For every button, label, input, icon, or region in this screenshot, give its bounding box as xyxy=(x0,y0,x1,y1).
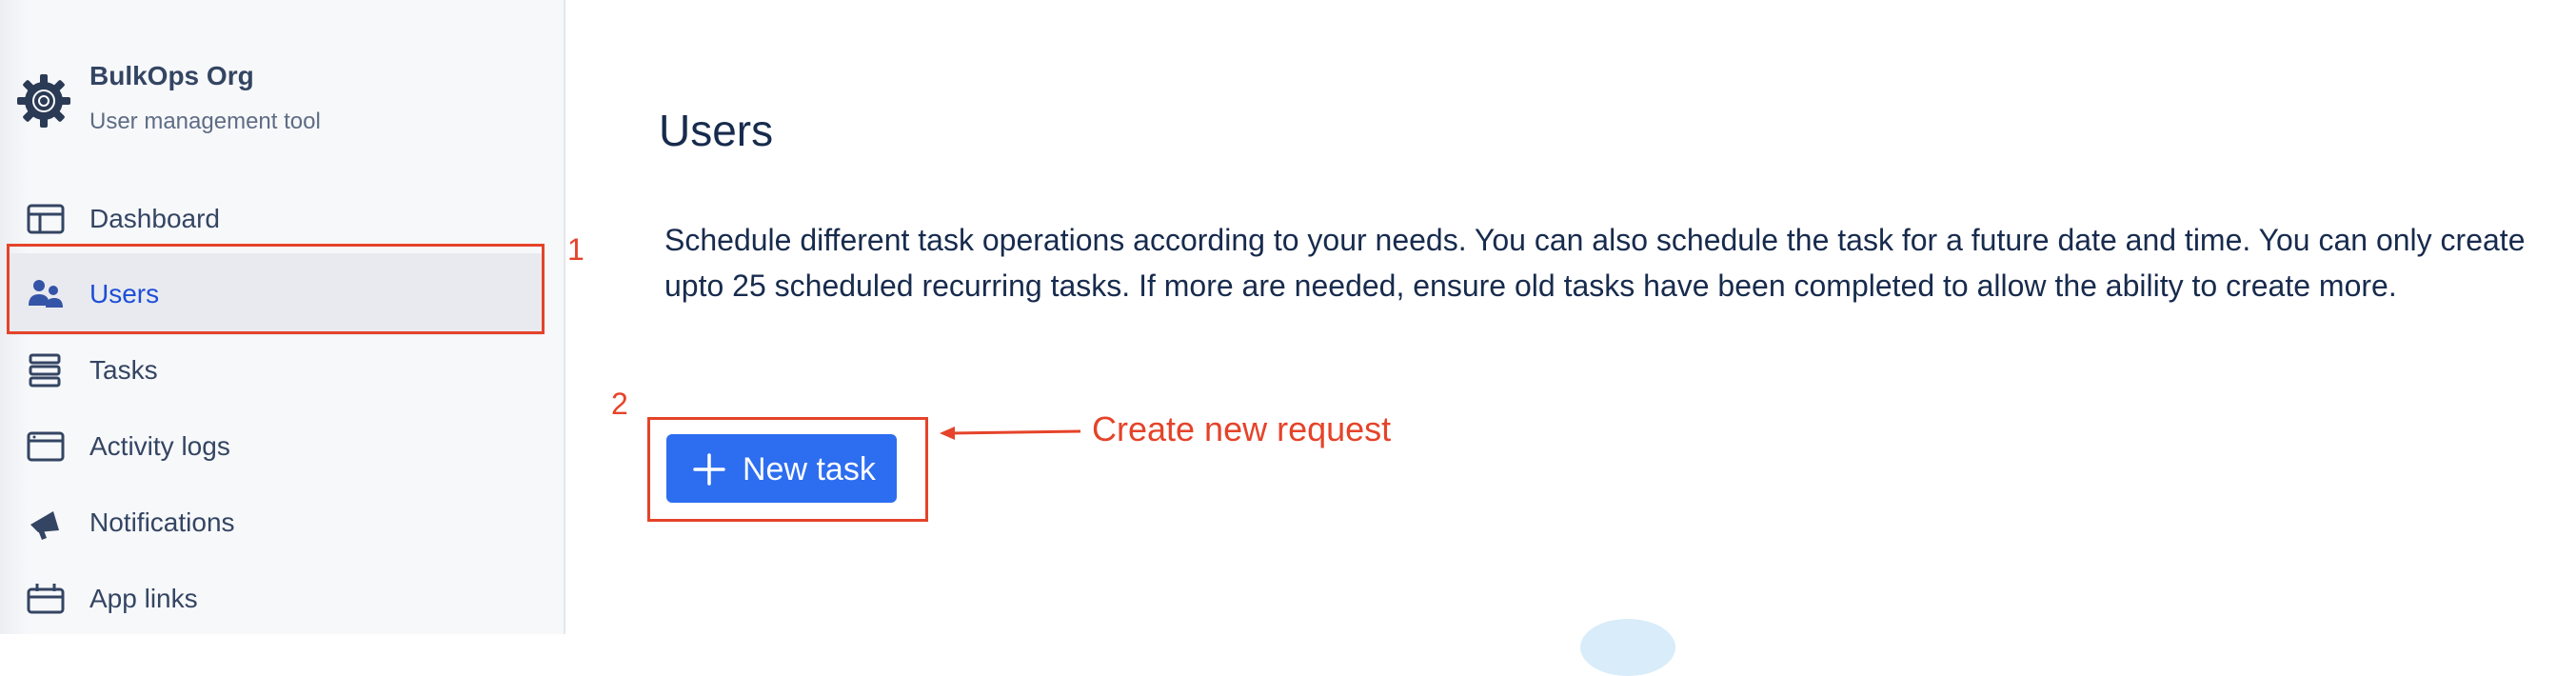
sidebar-item-label: Tasks xyxy=(89,355,158,385)
sidebar-item-tasks[interactable]: Tasks xyxy=(8,329,543,411)
new-task-button[interactable]: New task xyxy=(666,434,897,503)
org-name: BulkOps Org xyxy=(89,61,254,90)
megaphone-icon xyxy=(30,511,59,540)
gear-logo-icon xyxy=(17,74,70,128)
sidebar-item-label: Dashboard xyxy=(89,204,220,233)
annotation-box-users xyxy=(7,244,545,334)
annotation-arrow xyxy=(940,427,1080,440)
plus-icon xyxy=(693,453,725,486)
dashboard-icon xyxy=(27,204,65,234)
annotation-step-2: 2 xyxy=(611,387,628,421)
page-description: Schedule different task operations accor… xyxy=(664,223,2526,303)
app-links-icon xyxy=(27,584,65,614)
illustration-partial xyxy=(1580,619,1675,676)
sidebar-item-activity-logs[interactable]: Activity logs xyxy=(8,406,543,487)
annotation-step-1: 1 xyxy=(567,232,585,267)
annotation-callout: Create new request xyxy=(1092,409,1392,448)
sidebar-item-label: App links xyxy=(89,584,198,613)
page-title: Users xyxy=(659,106,774,155)
tasks-icon xyxy=(29,353,61,388)
sidebar-item-label: Notifications xyxy=(89,507,235,537)
sidebar-item-label: Activity logs xyxy=(89,431,230,461)
sidebar-item-notifications[interactable]: Notifications xyxy=(8,482,543,564)
sidebar-item-app-links[interactable]: App links xyxy=(8,558,543,640)
new-task-button-label: New task xyxy=(743,451,876,487)
org-subtitle: User management tool xyxy=(89,109,321,134)
activity-logs-icon xyxy=(27,431,65,462)
